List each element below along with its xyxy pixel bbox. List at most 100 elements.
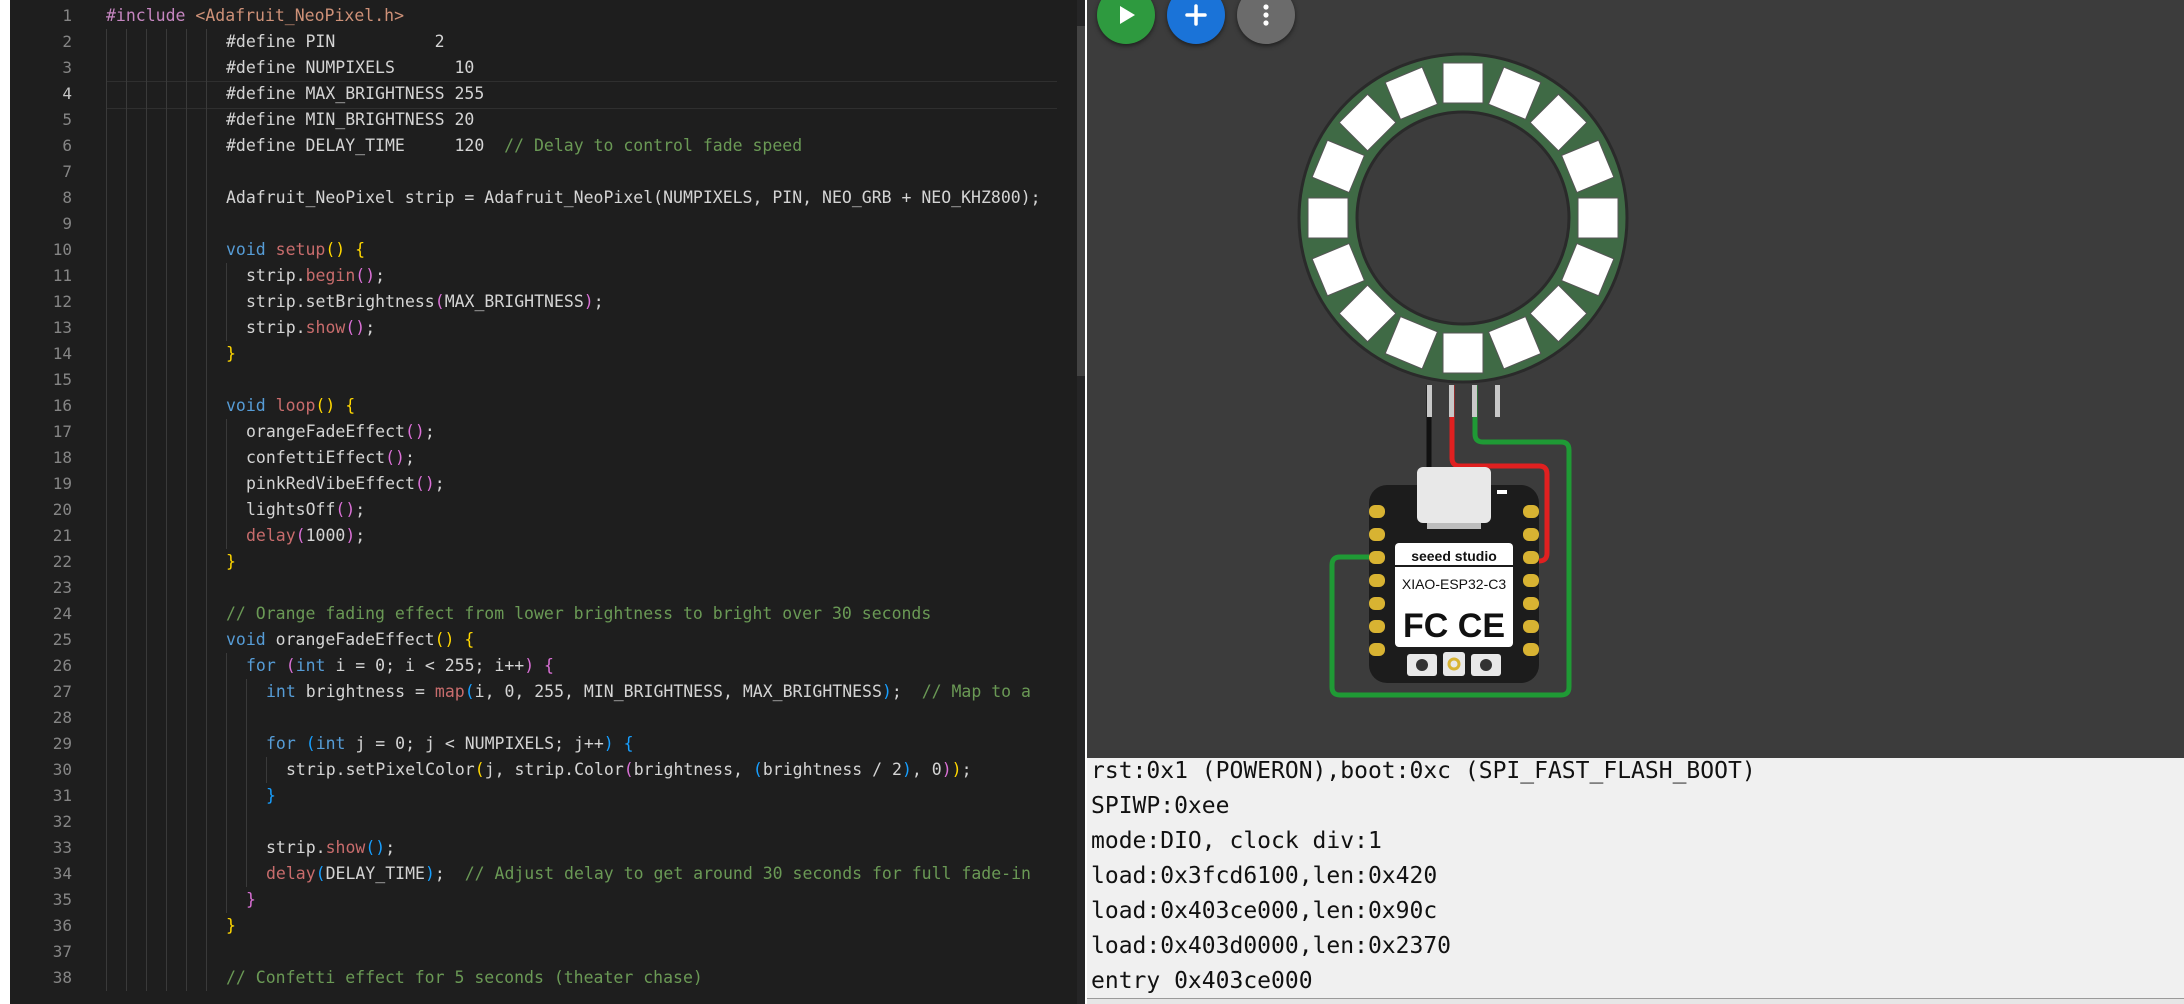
code-line[interactable]: } (226, 913, 236, 939)
line-number: 4 (62, 84, 72, 103)
code-line[interactable]: strip.setBrightness(MAX_BRIGHTNESS); (246, 289, 604, 315)
code-token: brightness / 2 (762, 760, 902, 779)
code-token: i, 0, 255, MIN_BRIGHTNESS, MAX_BRIGHTNES… (474, 682, 882, 701)
code-line[interactable]: void loop() { (226, 393, 355, 419)
code-token: DELAY_TIME (325, 864, 425, 883)
code-token: () (345, 318, 366, 337)
xiao-esp32-c3-board[interactable]: seeed studio XIAO-ESP32-C3 FC CE (1369, 467, 1539, 683)
code-token: ; (385, 838, 396, 857)
code-line[interactable]: // Confetti effect for 5 seconds (theate… (226, 965, 703, 991)
line-number: 21 (52, 526, 72, 545)
editor-scrollbar-thumb[interactable] (1077, 26, 1085, 376)
code-line[interactable]: #include <Adafruit_NeoPixel.h> (106, 3, 404, 29)
code-line[interactable]: } (266, 783, 276, 809)
code-line[interactable]: pinkRedVibeEffect(); (246, 471, 445, 497)
code-token: show (325, 838, 366, 857)
code-line[interactable]: Adafruit_NeoPixel strip = Adafruit_NeoPi… (226, 185, 1041, 211)
code-line[interactable]: #define MIN_BRIGHTNESS 20 (226, 107, 474, 133)
board-brand: seeed studio (1411, 548, 1497, 564)
code-token: ; (424, 422, 435, 441)
code-line[interactable]: strip.begin(); (246, 263, 385, 289)
neopixel-led (1577, 197, 1619, 239)
code-token: #define NUMPIXELS 10 (226, 58, 475, 77)
code-token: // Map to a (921, 682, 1031, 701)
line-number-gutter: 1 2 3 4 5 6 7 8 9 10 11 12 13 14 15 16 17 18 19 20 21 22 23 24 2… (10, 0, 100, 1004)
line-number: 12 (52, 292, 72, 311)
code-token: ; (375, 266, 386, 285)
line-number: 34 (52, 864, 72, 883)
code-line[interactable]: #define NUMPIXELS 10 (226, 55, 474, 81)
code-token: () (414, 474, 435, 493)
code-line[interactable]: orangeFadeEffect(); (246, 419, 435, 445)
code-token: ) { (603, 734, 634, 753)
code-token: } (226, 552, 236, 571)
code-token: j = 0; j < NUMPIXELS; j++ (355, 734, 604, 753)
code-token: () (335, 500, 356, 519)
code-token: ; (434, 474, 445, 493)
code-line[interactable]: #define PIN 2 (226, 29, 445, 55)
code-token: ) (901, 760, 912, 779)
code-line[interactable]: for (int j = 0; j < NUMPIXELS; j++) { (266, 731, 634, 757)
line-number: 30 (52, 760, 72, 779)
ring-pins (1427, 385, 1500, 417)
code-line[interactable]: // Orange fading effect from lower brigh… (226, 601, 931, 627)
code-line[interactable]: strip.show(); (246, 315, 375, 341)
line-number: 11 (52, 266, 72, 285)
usb-c-connector (1417, 467, 1491, 523)
neopixel-ring[interactable] (1297, 52, 1629, 417)
code-token: // Orange fading effect from lower brigh… (226, 604, 932, 623)
code-token: delay (266, 864, 316, 883)
code-token: show (305, 318, 346, 337)
code-token: j, strip.Color (484, 760, 624, 779)
code-editor[interactable]: 1 2 3 4 5 6 7 8 9 10 11 12 13 14 15 16 17 18 19 20 21 22 23 24 2… (10, 0, 1085, 1004)
code-token: // Delay to control fade speed (504, 136, 803, 155)
code-line[interactable]: #define DELAY_TIME 120 // Delay to contr… (226, 133, 802, 159)
line-number: 5 (62, 110, 72, 129)
code-token: () (404, 422, 425, 441)
code-token: ( (464, 682, 475, 701)
code-token: () { (325, 240, 366, 259)
code-line[interactable]: strip.show(); (266, 835, 395, 861)
code-line[interactable]: void setup() { (226, 237, 365, 263)
code-text-area[interactable]: #include <Adafruit_NeoPixel.h> #define PI… (106, 0, 1085, 1004)
code-line[interactable]: delay(1000); (246, 523, 365, 549)
code-line[interactable]: lightsOff(); (246, 497, 365, 523)
line-number: 36 (52, 916, 72, 935)
code-token: // Confetti effect for 5 seconds (theate… (226, 968, 703, 987)
code-line[interactable]: } (246, 887, 256, 913)
code-token: ( (295, 526, 306, 545)
line-number: 28 (52, 708, 72, 727)
code-line[interactable]: int brightness = map(i, 0, 255, MIN_BRIG… (266, 679, 1031, 705)
board-model: XIAO-ESP32-C3 (1402, 576, 1506, 592)
code-token: delay (246, 526, 296, 545)
code-token: begin (305, 266, 356, 285)
code-token: ; (961, 760, 972, 779)
simulation-canvas[interactable]: seeed studio XIAO-ESP32-C3 FC CE (1087, 0, 2184, 758)
serial-monitor[interactable]: rst:0x1 (POWERON),boot:0xc (SPI_FAST_FLA… (1087, 758, 2184, 1004)
line-number: 26 (52, 656, 72, 675)
code-token: lightsOff (246, 500, 336, 519)
code-line[interactable]: void orangeFadeEffect() { (226, 627, 474, 653)
line-number: 27 (52, 682, 72, 701)
code-line[interactable]: } (226, 341, 236, 367)
code-token: void (226, 630, 276, 649)
code-token: strip. (246, 318, 306, 337)
code-line[interactable]: delay(DELAY_TIME); // Adjust delay to ge… (266, 861, 1031, 887)
code-line[interactable]: } (226, 549, 236, 575)
serial-monitor-footer (1087, 998, 2184, 1004)
code-line[interactable]: for (int i = 0; i < 255; i++) { (246, 653, 554, 679)
code-token: , 0 (911, 760, 942, 779)
code-line[interactable]: strip.setPixelColor(j, strip.Color(brigh… (286, 757, 972, 783)
serial-line: load:0x403d0000,len:0x2370 (1091, 933, 1452, 959)
code-token: 1000 (305, 526, 346, 545)
line-number: 37 (52, 942, 72, 961)
code-line[interactable]: confettiEffect(); (246, 445, 415, 471)
line-number: 15 (52, 370, 72, 389)
code-line[interactable]: #define MAX_BRIGHTNESS 255 (226, 81, 484, 107)
code-token: loop (275, 396, 316, 415)
line-number: 14 (52, 344, 72, 363)
code-token: ( (285, 656, 296, 675)
code-token: for (246, 656, 286, 675)
code-token: strip. (246, 266, 306, 285)
serial-line: entry 0x403ce000 (1091, 968, 1313, 994)
